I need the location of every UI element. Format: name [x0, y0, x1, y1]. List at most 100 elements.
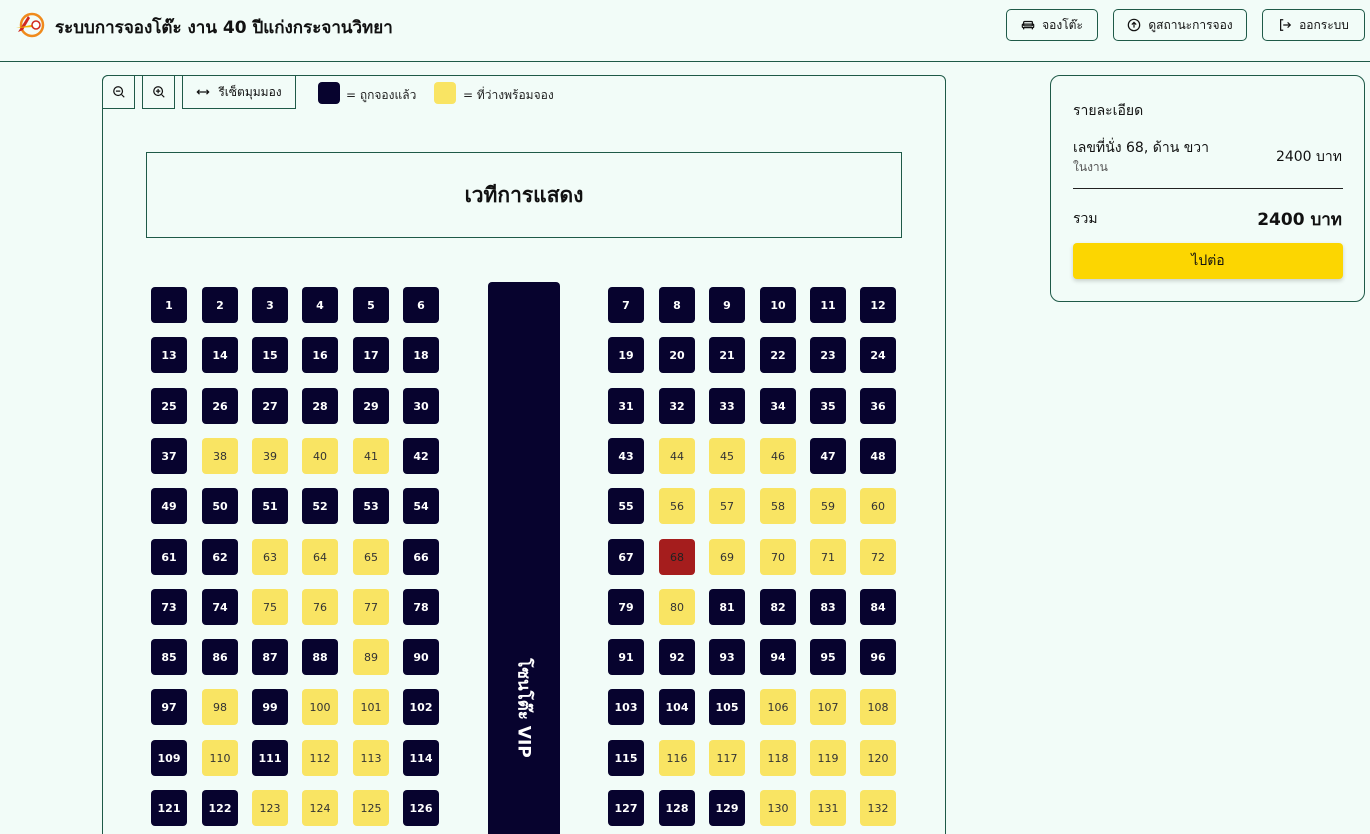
- seat-18[interactable]: 18: [403, 337, 439, 373]
- seat-44[interactable]: 44: [659, 438, 695, 474]
- seat-9[interactable]: 9: [709, 287, 745, 323]
- seat-120[interactable]: 120: [860, 740, 896, 776]
- seat-38[interactable]: 38: [202, 438, 238, 474]
- seat-116[interactable]: 116: [659, 740, 695, 776]
- seat-57[interactable]: 57: [709, 488, 745, 524]
- seat-113[interactable]: 113: [353, 740, 389, 776]
- seat-40[interactable]: 40: [302, 438, 338, 474]
- seat-14[interactable]: 14: [202, 337, 238, 373]
- seat-121[interactable]: 121: [151, 790, 187, 826]
- seat-55[interactable]: 55: [608, 488, 644, 524]
- seat-126[interactable]: 126: [403, 790, 439, 826]
- seat-4[interactable]: 4: [302, 287, 338, 323]
- seat-130[interactable]: 130: [760, 790, 796, 826]
- seat-19[interactable]: 19: [608, 337, 644, 373]
- seat-23[interactable]: 23: [810, 337, 846, 373]
- seat-128[interactable]: 128: [659, 790, 695, 826]
- seat-70[interactable]: 70: [760, 539, 796, 575]
- seat-21[interactable]: 21: [709, 337, 745, 373]
- seat-72[interactable]: 72: [860, 539, 896, 575]
- seat-100[interactable]: 100: [302, 689, 338, 725]
- seat-3[interactable]: 3: [252, 287, 288, 323]
- seat-84[interactable]: 84: [860, 589, 896, 625]
- seat-122[interactable]: 122: [202, 790, 238, 826]
- seat-77[interactable]: 77: [353, 589, 389, 625]
- seat-125[interactable]: 125: [353, 790, 389, 826]
- seat-78[interactable]: 78: [403, 589, 439, 625]
- seat-37[interactable]: 37: [151, 438, 187, 474]
- seat-7[interactable]: 7: [608, 287, 644, 323]
- seat-31[interactable]: 31: [608, 388, 644, 424]
- zoom-out-button[interactable]: [102, 75, 135, 109]
- seat-5[interactable]: 5: [353, 287, 389, 323]
- seat-10[interactable]: 10: [760, 287, 796, 323]
- seat-110[interactable]: 110: [202, 740, 238, 776]
- seat-93[interactable]: 93: [709, 639, 745, 675]
- seat-46[interactable]: 46: [760, 438, 796, 474]
- seat-117[interactable]: 117: [709, 740, 745, 776]
- seat-1[interactable]: 1: [151, 287, 187, 323]
- seat-49[interactable]: 49: [151, 488, 187, 524]
- seat-104[interactable]: 104: [659, 689, 695, 725]
- seat-62[interactable]: 62: [202, 539, 238, 575]
- seat-24[interactable]: 24: [860, 337, 896, 373]
- continue-button[interactable]: ไปต่อ: [1073, 243, 1343, 279]
- seat-12[interactable]: 12: [860, 287, 896, 323]
- seat-76[interactable]: 76: [302, 589, 338, 625]
- seat-20[interactable]: 20: [659, 337, 695, 373]
- seat-94[interactable]: 94: [760, 639, 796, 675]
- seat-91[interactable]: 91: [608, 639, 644, 675]
- seat-92[interactable]: 92: [659, 639, 695, 675]
- seat-127[interactable]: 127: [608, 790, 644, 826]
- seat-30[interactable]: 30: [403, 388, 439, 424]
- logout-button[interactable]: ออกระบบ: [1262, 9, 1365, 41]
- view-status-button[interactable]: ดูสถานะการจอง: [1113, 9, 1247, 41]
- seat-33[interactable]: 33: [709, 388, 745, 424]
- seat-65[interactable]: 65: [353, 539, 389, 575]
- seat-102[interactable]: 102: [403, 689, 439, 725]
- seat-96[interactable]: 96: [860, 639, 896, 675]
- seat-87[interactable]: 87: [252, 639, 288, 675]
- seat-114[interactable]: 114: [403, 740, 439, 776]
- seat-97[interactable]: 97: [151, 689, 187, 725]
- seat-27[interactable]: 27: [252, 388, 288, 424]
- seat-90[interactable]: 90: [403, 639, 439, 675]
- seat-68[interactable]: 68: [659, 539, 695, 575]
- reset-view-button[interactable]: รีเซ็ตมุมมอง: [182, 75, 296, 109]
- seat-80[interactable]: 80: [659, 589, 695, 625]
- seat-36[interactable]: 36: [860, 388, 896, 424]
- seat-129[interactable]: 129: [709, 790, 745, 826]
- seat-42[interactable]: 42: [403, 438, 439, 474]
- seat-66[interactable]: 66: [403, 539, 439, 575]
- seat-28[interactable]: 28: [302, 388, 338, 424]
- seat-26[interactable]: 26: [202, 388, 238, 424]
- seat-29[interactable]: 29: [353, 388, 389, 424]
- seat-47[interactable]: 47: [810, 438, 846, 474]
- seat-71[interactable]: 71: [810, 539, 846, 575]
- seat-25[interactable]: 25: [151, 388, 187, 424]
- seat-111[interactable]: 111: [252, 740, 288, 776]
- seat-50[interactable]: 50: [202, 488, 238, 524]
- seat-35[interactable]: 35: [810, 388, 846, 424]
- seat-132[interactable]: 132: [860, 790, 896, 826]
- seat-88[interactable]: 88: [302, 639, 338, 675]
- seat-75[interactable]: 75: [252, 589, 288, 625]
- seat-2[interactable]: 2: [202, 287, 238, 323]
- seat-83[interactable]: 83: [810, 589, 846, 625]
- seat-69[interactable]: 69: [709, 539, 745, 575]
- seat-109[interactable]: 109: [151, 740, 187, 776]
- seat-63[interactable]: 63: [252, 539, 288, 575]
- seat-58[interactable]: 58: [760, 488, 796, 524]
- seat-17[interactable]: 17: [353, 337, 389, 373]
- book-table-button[interactable]: จองโต๊ะ: [1006, 9, 1098, 41]
- seat-64[interactable]: 64: [302, 539, 338, 575]
- seat-53[interactable]: 53: [353, 488, 389, 524]
- seat-43[interactable]: 43: [608, 438, 644, 474]
- seat-108[interactable]: 108: [860, 689, 896, 725]
- seat-89[interactable]: 89: [353, 639, 389, 675]
- seat-15[interactable]: 15: [252, 337, 288, 373]
- seat-86[interactable]: 86: [202, 639, 238, 675]
- seat-56[interactable]: 56: [659, 488, 695, 524]
- seat-22[interactable]: 22: [760, 337, 796, 373]
- seat-8[interactable]: 8: [659, 287, 695, 323]
